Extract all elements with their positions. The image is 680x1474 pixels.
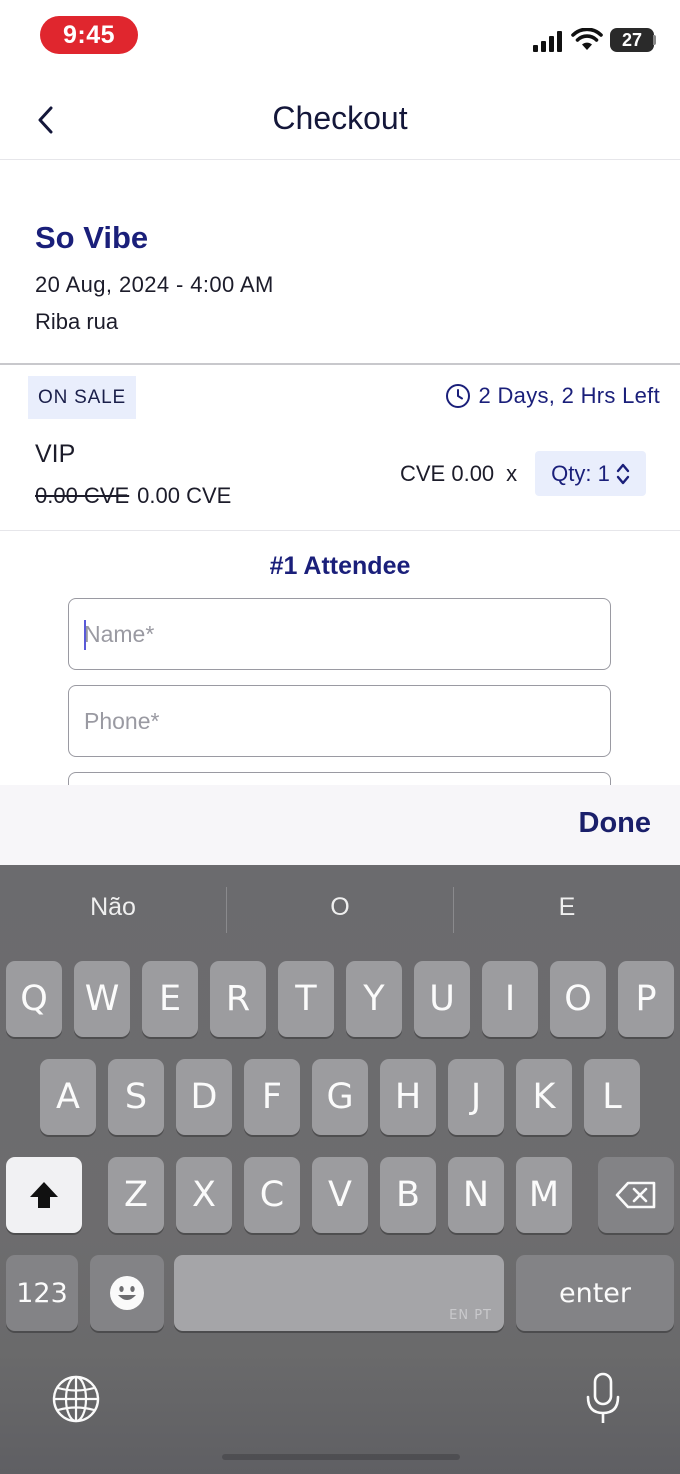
ticket-price: 0.00 CVE 0.00 CVE — [35, 483, 231, 509]
key-l[interactable]: L — [584, 1059, 640, 1135]
space-language-label: EN PT — [449, 1308, 492, 1323]
emoji-key[interactable] — [90, 1255, 164, 1331]
ticket-row: ON SALE 2 Days, 2 Hrs Left VIP 0.00 CVE … — [0, 367, 680, 531]
globe-icon — [52, 1375, 100, 1423]
status-bar: 9:45 27 — [0, 0, 680, 76]
globe-button[interactable] — [48, 1371, 104, 1427]
text-caret — [84, 620, 86, 650]
multiply-sign: x — [506, 461, 518, 486]
key-y[interactable]: Y — [346, 961, 402, 1037]
key-r[interactable]: R — [210, 961, 266, 1037]
ticket-name: VIP — [35, 440, 76, 468]
key-s[interactable]: S — [108, 1059, 164, 1135]
original-price: 0.00 CVE — [35, 483, 130, 508]
key-e[interactable]: E — [142, 961, 198, 1037]
line-price: CVE 0.00 x — [400, 461, 517, 487]
home-indicator — [222, 1454, 460, 1460]
key-a[interactable]: A — [40, 1059, 96, 1135]
space-key[interactable]: EN PT — [174, 1255, 504, 1331]
phone-field[interactable] — [68, 685, 611, 757]
event-venue: Riba rua — [35, 309, 119, 334]
name-field[interactable] — [68, 598, 611, 670]
key-j[interactable]: J — [448, 1059, 504, 1135]
battery-nub — [653, 35, 656, 45]
attendee-title: #1 Attendee — [269, 552, 411, 580]
clock-icon — [445, 384, 470, 408]
quantity-selector[interactable]: Qty: 1 — [535, 451, 646, 496]
cellular-signal-icon — [533, 30, 563, 52]
backspace-icon — [615, 1181, 656, 1209]
shift-arrow-icon — [30, 1182, 58, 1208]
shift-key[interactable] — [6, 1157, 82, 1233]
key-i[interactable]: I — [482, 961, 538, 1037]
key-v[interactable]: V — [312, 1157, 368, 1233]
line-price-amount: CVE 0.00 — [400, 461, 495, 486]
key-b[interactable]: B — [380, 1157, 436, 1233]
suggestion-3[interactable]: E — [454, 893, 680, 922]
key-w[interactable]: W — [74, 961, 130, 1037]
key-o[interactable]: O — [550, 961, 606, 1037]
key-t[interactable]: T — [278, 961, 334, 1037]
suggestion-2[interactable]: O — [227, 893, 453, 922]
battery-icon: 27 — [610, 28, 654, 52]
done-button[interactable]: Done — [579, 807, 652, 840]
time-left-text: 2 Days, 2 Hrs Left — [478, 383, 660, 408]
delete-key[interactable] — [598, 1157, 674, 1233]
page-title: Checkout — [272, 100, 408, 136]
key-n[interactable]: N — [448, 1157, 504, 1233]
microphone-icon — [586, 1372, 620, 1423]
numbers-key[interactable]: 123 — [6, 1255, 78, 1331]
suggestion-1[interactable]: Não — [0, 893, 226, 922]
chevron-up-down-icon — [616, 463, 630, 484]
key-f[interactable]: F — [244, 1059, 300, 1135]
emoji-icon — [110, 1276, 144, 1310]
dictation-button[interactable] — [576, 1369, 630, 1429]
key-k[interactable]: K — [516, 1059, 572, 1135]
key-g[interactable]: G — [312, 1059, 368, 1135]
key-h[interactable]: H — [380, 1059, 436, 1135]
keyboard: Não O E Q W E R T Y U I O P A S D F G H … — [0, 865, 680, 1474]
header: Checkout — [0, 80, 680, 160]
key-m[interactable]: M — [516, 1157, 572, 1233]
keyboard-accessory-bar: Done — [0, 785, 680, 865]
time-left: 2 Days, 2 Hrs Left — [445, 383, 660, 409]
key-x[interactable]: X — [176, 1157, 232, 1233]
key-c[interactable]: C — [244, 1157, 300, 1233]
quantity-label: Qty: 1 — [551, 460, 610, 486]
suggestion-bar: Não O E — [0, 865, 680, 955]
current-price: 0.00 CVE — [137, 483, 232, 508]
key-q[interactable]: Q — [6, 961, 62, 1037]
event-date: 20 Aug, 2024 - 4:00 AM — [35, 272, 274, 297]
status-time: 9:45 — [40, 16, 138, 54]
key-z[interactable]: Z — [108, 1157, 164, 1233]
key-p[interactable]: P — [618, 961, 674, 1037]
key-u[interactable]: U — [414, 961, 470, 1037]
wifi-icon — [571, 28, 603, 50]
event-info: So Vibe 20 Aug, 2024 - 4:00 AM Riba rua — [0, 160, 680, 365]
enter-key[interactable]: enter — [516, 1255, 674, 1331]
key-d[interactable]: D — [176, 1059, 232, 1135]
on-sale-badge: ON SALE — [28, 376, 136, 419]
event-name: So Vibe — [35, 220, 149, 255]
